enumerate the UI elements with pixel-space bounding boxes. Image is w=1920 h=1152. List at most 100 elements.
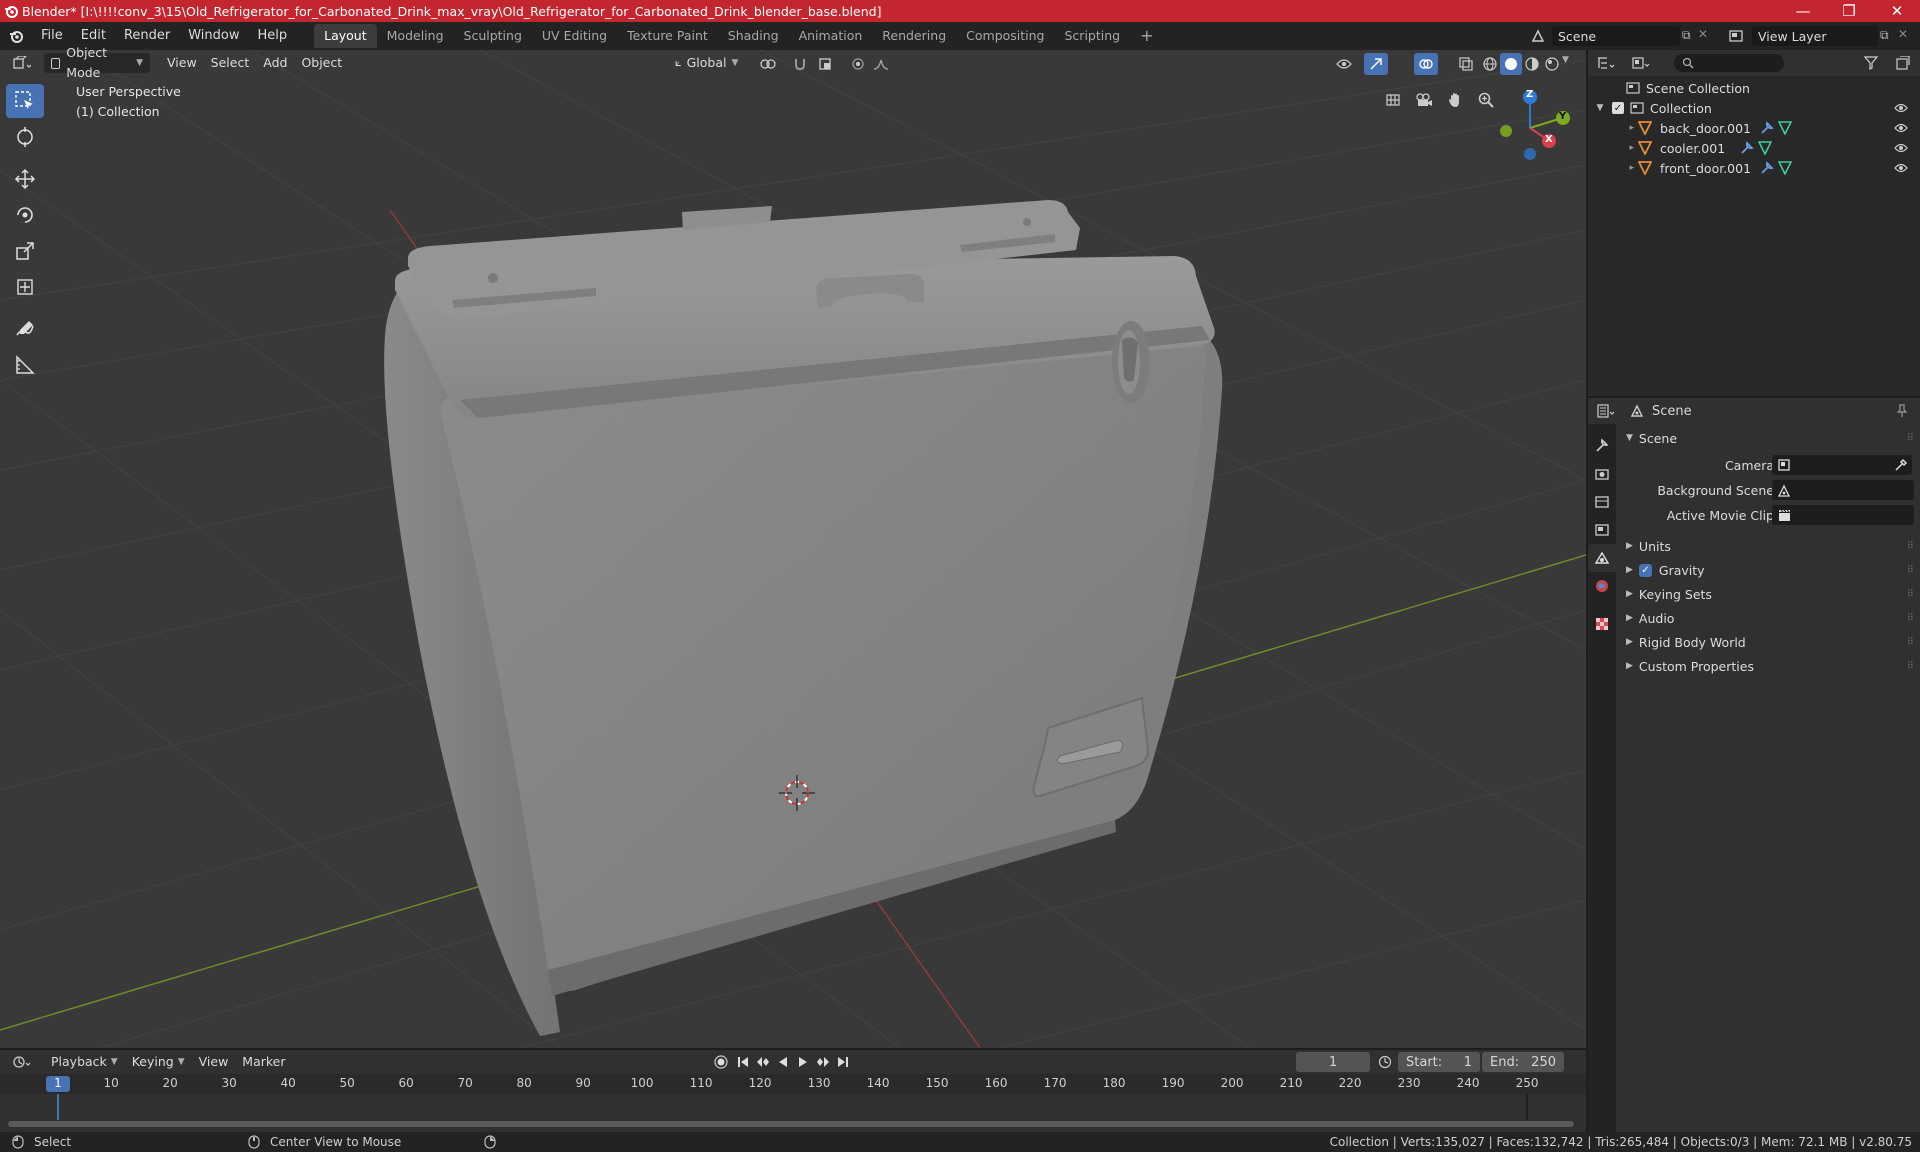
- menu-window[interactable]: Window: [179, 25, 248, 47]
- collection-checkbox[interactable]: ✓: [1612, 102, 1624, 114]
- xray-toggle-icon[interactable]: [1456, 55, 1476, 73]
- scene-tab-icon[interactable]: [1588, 544, 1616, 572]
- marker-menu[interactable]: Marker: [235, 1052, 292, 1072]
- delete-scene-icon[interactable]: ✕: [1698, 27, 1708, 41]
- maximize-button[interactable]: ❐: [1826, 0, 1872, 22]
- custom-properties-panel-header[interactable]: ▶ Custom Properties ⠿: [1616, 654, 1920, 678]
- drag-handle-icon[interactable]: ⠿: [1907, 541, 1914, 552]
- view-layer-icon[interactable]: [1726, 26, 1746, 46]
- new-collection-icon[interactable]: [1894, 55, 1912, 71]
- background-scene-field[interactable]: [1772, 480, 1914, 500]
- tab-uv-editing[interactable]: UV Editing: [532, 24, 617, 48]
- snap-icon[interactable]: [790, 55, 810, 73]
- toggle-camera-view-icon[interactable]: [1379, 86, 1407, 114]
- new-view-layer-icon[interactable]: ⧉: [1880, 28, 1889, 43]
- minimize-button[interactable]: —: [1780, 0, 1826, 22]
- viewport-3d[interactable]: [0, 50, 1586, 1048]
- outliner-row-collection[interactable]: ▼ ✓ Collection: [1588, 98, 1920, 118]
- rotate-tool-icon[interactable]: [6, 198, 44, 232]
- timeline-horizontal-scrollbar[interactable]: [8, 1121, 1574, 1127]
- wireframe-shading-icon[interactable]: [1480, 55, 1500, 73]
- select-box-tool-icon[interactable]: [6, 84, 44, 118]
- scene-panel-header[interactable]: ▼ Scene ⠿: [1616, 426, 1920, 450]
- drag-handle-icon[interactable]: ⠿: [1907, 589, 1914, 600]
- audio-panel-header[interactable]: ▶ Audio ⠿: [1616, 606, 1920, 630]
- drag-handle-icon[interactable]: ⠿: [1907, 661, 1914, 672]
- outliner-search-input[interactable]: [1674, 54, 1784, 72]
- outliner-row-object[interactable]: ▸ back_door.001: [1588, 118, 1920, 138]
- display-mode-icon[interactable]: [1624, 56, 1658, 70]
- outliner-row-scene-collection[interactable]: Scene Collection: [1588, 78, 1920, 98]
- object-mode-dropdown[interactable]: Object Mode ▼: [44, 45, 150, 80]
- pan-view-icon[interactable]: [1441, 86, 1469, 114]
- gizmo-toggle-icon[interactable]: [1364, 53, 1388, 75]
- jump-end-button[interactable]: [834, 1053, 852, 1071]
- render-tab-icon[interactable]: [1588, 460, 1616, 488]
- units-panel-header[interactable]: ▶ Units ⠿: [1616, 534, 1920, 558]
- scale-tool-icon[interactable]: [6, 234, 44, 268]
- keying-menu[interactable]: Keying ▼: [125, 1052, 192, 1072]
- active-movie-clip-field[interactable]: [1772, 505, 1914, 525]
- drag-handle-icon[interactable]: ⠿: [1907, 613, 1914, 624]
- timeline-ruler[interactable]: 1 10 20 30 40 50 60 70 80 90 100 110 120 130 140 150 160…: [0, 1074, 1586, 1094]
- close-window-button[interactable]: ✕: [1874, 0, 1920, 22]
- overlays-toggle-icon[interactable]: [1414, 53, 1438, 75]
- falloff-icon[interactable]: [868, 55, 894, 73]
- shading-options-chevron-icon[interactable]: ▼: [1562, 55, 1569, 65]
- tool-settings-tab-icon[interactable]: [1588, 432, 1616, 460]
- snap-target-icon[interactable]: [812, 55, 838, 73]
- transform-tool-icon[interactable]: [6, 270, 44, 304]
- view-layer-tab-icon[interactable]: [1588, 516, 1616, 544]
- drag-handle-icon[interactable]: ⠿: [1907, 565, 1914, 576]
- output-tab-icon[interactable]: [1588, 488, 1616, 516]
- transform-orientation-dropdown[interactable]: ⟀ Global ▼: [668, 53, 745, 73]
- next-keyframe-button[interactable]: [814, 1053, 832, 1071]
- play-button[interactable]: [794, 1053, 812, 1071]
- pivot-point-icon[interactable]: [756, 55, 780, 73]
- outliner-row-object[interactable]: ▸ front_door.001: [1588, 158, 1920, 178]
- timeline-editor-type-icon[interactable]: [0, 1055, 44, 1069]
- tab-texture-paint[interactable]: Texture Paint: [617, 24, 718, 48]
- gravity-panel-header[interactable]: ▶ ✓ Gravity ⠿: [1616, 558, 1920, 582]
- delete-view-layer-icon[interactable]: ✕: [1898, 27, 1908, 41]
- viewport-menu-view[interactable]: View: [160, 53, 204, 73]
- material-preview-icon[interactable]: [1522, 55, 1542, 73]
- tab-shading[interactable]: Shading: [718, 24, 789, 48]
- camera-field[interactable]: [1772, 455, 1912, 475]
- properties-editor-type-icon[interactable]: [1588, 404, 1624, 418]
- solid-shading-icon[interactable]: [1500, 53, 1522, 75]
- move-tool-icon[interactable]: [6, 162, 44, 196]
- start-frame-field[interactable]: Start: 1: [1398, 1052, 1480, 1072]
- scene-selector-icon[interactable]: [1526, 26, 1550, 46]
- current-frame-field[interactable]: 1: [1296, 1052, 1370, 1072]
- expand-arrow-icon[interactable]: ▸: [1588, 143, 1638, 153]
- editor-type-icon[interactable]: [0, 56, 44, 70]
- timeline-view-menu[interactable]: View: [192, 1052, 236, 1072]
- viewport-menu-select[interactable]: Select: [204, 53, 257, 73]
- add-workspace-button[interactable]: +: [1130, 24, 1163, 48]
- keying-sets-panel-header[interactable]: ▶ Keying Sets ⠿: [1616, 582, 1920, 606]
- drag-handle-icon[interactable]: ⠿: [1907, 637, 1914, 648]
- viewport-menu-add[interactable]: Add: [256, 53, 294, 73]
- tab-scripting[interactable]: Scripting: [1055, 24, 1131, 48]
- tab-rendering[interactable]: Rendering: [872, 24, 956, 48]
- world-tab-icon[interactable]: [1588, 572, 1616, 600]
- menu-help[interactable]: Help: [249, 25, 297, 47]
- proportional-editing-icon[interactable]: [848, 55, 868, 73]
- blender-menu-icon[interactable]: [0, 28, 32, 44]
- prev-keyframe-button[interactable]: [754, 1053, 772, 1071]
- viewport-menu-object[interactable]: Object: [294, 53, 349, 73]
- view-layer-field[interactable]: View Layer: [1752, 26, 1878, 46]
- cursor-tool-icon[interactable]: [6, 120, 44, 154]
- visibility-selectability-icon[interactable]: [1330, 55, 1358, 73]
- annotate-tool-icon[interactable]: [6, 312, 44, 346]
- texture-tab-icon[interactable]: [1588, 610, 1616, 638]
- record-button[interactable]: [712, 1053, 730, 1071]
- jump-start-button[interactable]: [734, 1053, 752, 1071]
- measure-tool-icon[interactable]: [6, 348, 44, 382]
- scene-field[interactable]: Scene: [1552, 26, 1680, 46]
- gravity-checkbox[interactable]: ✓: [1638, 563, 1652, 577]
- camera-view-icon[interactable]: [1410, 86, 1438, 114]
- rendered-shading-icon[interactable]: [1542, 55, 1562, 73]
- expand-arrow-icon[interactable]: ▸: [1588, 123, 1638, 133]
